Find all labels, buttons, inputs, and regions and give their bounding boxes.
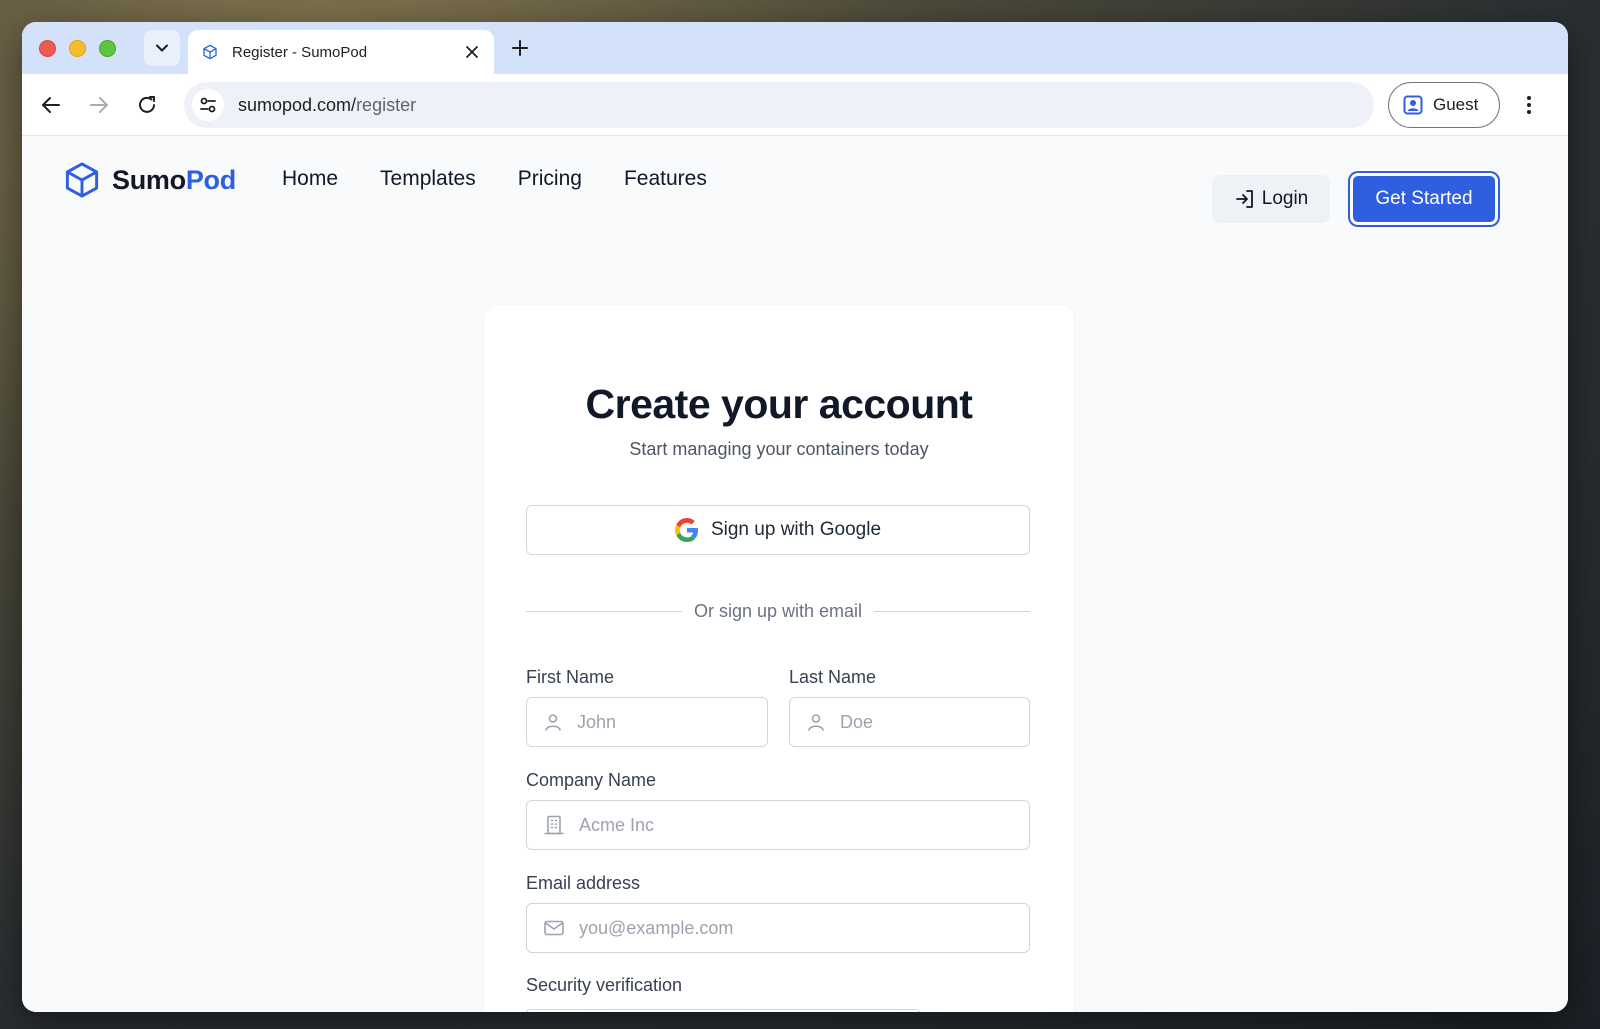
company-name-field[interactable] [526,800,1030,850]
mail-icon [544,920,564,936]
email-label: Email address [526,873,641,893]
user-icon [545,714,561,731]
page-content: SumoPod Home Templates Pricing Features … [22,137,1568,1012]
nav-home[interactable]: Home [282,167,338,191]
divider-label: Or sign up with email [693,600,863,621]
brand-name: SumoPod [112,165,236,196]
cube-logo-icon [65,162,99,198]
chevron-down-icon [156,44,168,52]
first-name-field[interactable] [526,697,768,747]
site-navbar: SumoPod Home Templates Pricing Features … [22,137,1568,225]
divider-line-left [526,610,682,612]
first-name-label: First Name [526,667,615,687]
browser-window: Register - SumoPod sumopod.com/register … [22,22,1568,1012]
register-card: Create your account Start managing your … [484,305,1074,1012]
building-icon [544,815,564,835]
user-icon [808,714,824,731]
company-name-input[interactable] [579,814,968,836]
profile-button[interactable]: Guest [1388,82,1500,128]
reload-icon[interactable] [136,94,158,116]
first-name-input[interactable] [577,711,757,733]
last-name-label: Last Name [789,667,877,687]
tab-title: Register - SumoPod [232,43,368,61]
url-text: sumopod.com/register [238,95,416,116]
cube-favicon-icon [203,44,217,60]
maximize-window-button[interactable] [99,40,116,57]
get-started-button[interactable]: Get Started [1350,173,1498,225]
close-window-button[interactable] [39,40,56,57]
captcha-widget[interactable] [526,1009,920,1012]
profile-icon [1403,95,1423,115]
nav-features[interactable]: Features [624,167,707,191]
profile-label: Guest [1433,95,1479,114]
browser-toolbar: sumopod.com/register Guest [22,74,1568,136]
divider: Or sign up with email [526,599,1031,623]
nav-links: Home Templates Pricing Features [282,167,707,191]
tab-search-button[interactable] [144,30,180,66]
email-input[interactable] [579,917,968,939]
nav-pricing[interactable]: Pricing [518,167,582,191]
address-bar[interactable]: sumopod.com/register [184,82,1374,128]
page-title: Create your account [585,381,973,427]
last-name-field[interactable] [789,697,1030,747]
email-field[interactable] [526,903,1030,953]
site-settings-button[interactable] [192,89,224,121]
security-verification-label: Security verification [526,975,683,995]
tab-strip: Register - SumoPod [22,22,1568,74]
page-subtitle: Start managing your containers today [629,439,929,459]
google-signup-label: Sign up with Google [710,519,882,540]
google-icon [674,518,699,542]
tab-register[interactable]: Register - SumoPod [188,30,494,74]
google-signup-button[interactable]: Sign up with Google [526,505,1030,555]
login-icon [1235,190,1253,208]
logo[interactable]: SumoPod [64,161,236,199]
url-host: sumopod.com/ [238,94,357,115]
minimize-window-button[interactable] [69,40,86,57]
brand-part2: Pod [185,164,236,195]
forward-arrow-icon[interactable] [88,94,110,116]
more-menu-icon[interactable] [1518,94,1540,116]
last-name-input[interactable] [840,711,1019,733]
company-name-label: Company Name [526,770,657,790]
nav-templates[interactable]: Templates [380,167,476,191]
brand-part1: Sumo [112,164,186,195]
tune-icon [200,97,216,113]
back-arrow-icon[interactable] [40,94,62,116]
new-tab-plus-icon[interactable] [510,38,530,58]
login-button[interactable]: Login [1212,175,1330,223]
close-tab-icon[interactable] [464,44,480,60]
login-label: Login [1261,188,1309,209]
divider-line-right [874,610,1031,612]
url-path: register [356,94,417,115]
